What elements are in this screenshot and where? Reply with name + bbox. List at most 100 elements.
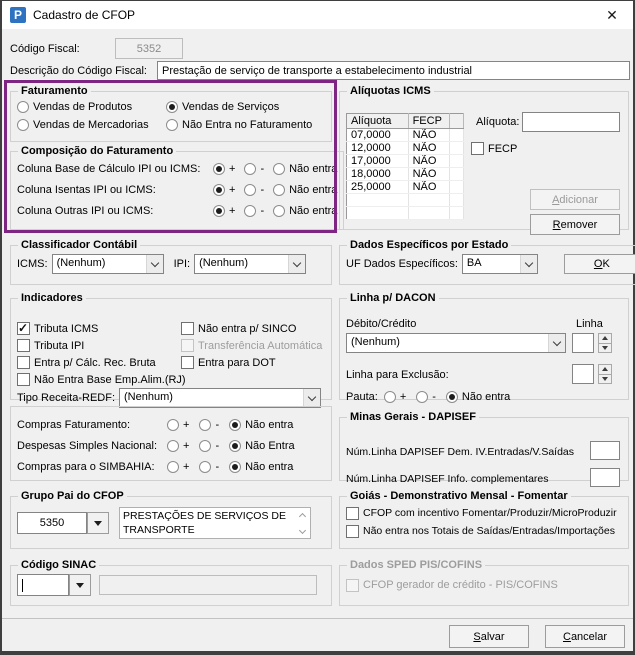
group-dados-estado: Dados Específicos por Estado UF Dados Es… [339, 239, 635, 285]
checkbox-transferencia-automatica [181, 339, 194, 352]
tipo-receita-select[interactable]: (Nenhum) [119, 388, 321, 408]
radio-isentas-nao-entra[interactable] [273, 183, 286, 196]
checkbox-nao-entra-totais[interactable] [346, 524, 359, 538]
group-indicadores-title: Indicadores [21, 292, 83, 304]
linha-spinner[interactable] [598, 333, 612, 353]
radio-despesas-nao-entra[interactable] [229, 439, 242, 452]
radio-isentas-plus[interactable] [213, 183, 225, 196]
radio-pauta-minus[interactable] [416, 391, 429, 403]
radio-isentas-minus[interactable] [244, 183, 257, 196]
remover-button[interactable]: Remover [530, 214, 620, 235]
radio-compras-fat-nao-entra[interactable] [229, 418, 242, 431]
checkbox-entra-para-dot[interactable] [181, 356, 194, 369]
group-grupo-pai: Grupo Pai do CFOP 5350 PRESTAÇÕES DE SER… [10, 490, 332, 549]
option-nao-label: Não entra [245, 418, 294, 431]
linha-exclusao-spinner[interactable] [598, 364, 612, 384]
spinner-down-icon[interactable] [598, 343, 612, 353]
codigo-fiscal-value: 5352 [136, 42, 162, 55]
linha-input[interactable] [572, 333, 594, 353]
ipi-value: (Nenhum) [199, 257, 248, 269]
radio-base-minus[interactable] [244, 162, 257, 175]
grupo-pai-dropdown-button[interactable] [87, 512, 109, 534]
salvar-button[interactable]: Salvar [449, 625, 529, 648]
aliquotas-grid: Alíquota FECP 07,0000 NÃO 12,0000 NÃO 17,0… [346, 113, 465, 220]
radio-despesas-plus[interactable] [167, 439, 179, 452]
grupo-pai-codigo-field[interactable]: 5350 [17, 512, 87, 534]
radio-vendas-servicos[interactable] [166, 101, 178, 113]
option-minus-label: - [260, 204, 265, 217]
scroll-down-icon[interactable] [298, 526, 307, 535]
codigo-sinac-field[interactable] [17, 574, 69, 596]
checkbox-entra-para-dot-label: Entra para DOT [198, 356, 276, 369]
cancelar-button[interactable]: Cancelar [545, 625, 625, 648]
pauta-label: Pauta: [346, 391, 378, 403]
checkbox-nao-entra-sinco[interactable] [181, 322, 194, 335]
compras-simbahia-label: Compras para o SIMBAHIA: [17, 460, 155, 473]
checkbox-cfop-incentivo[interactable] [346, 506, 359, 520]
ipi-select[interactable]: (Nenhum) [194, 254, 307, 274]
radio-pauta-nao-entra[interactable] [445, 391, 458, 403]
radio-despesas-minus[interactable] [199, 439, 212, 452]
checkbox-fecp[interactable] [471, 142, 484, 155]
checkbox-tributa-icms-label: Tributa ICMS [34, 322, 99, 335]
grid-row-empty [346, 193, 465, 207]
radio-base-nao-entra[interactable] [273, 162, 286, 175]
debito-credito-value: (Nenhum) [351, 336, 400, 348]
radio-simbahia-nao-entra[interactable] [229, 460, 242, 473]
radio-nao-entra-faturamento-label: Não Entra no Faturamento [182, 119, 313, 131]
tipo-receita-label: Tipo Receita-REDF: [17, 392, 116, 404]
checkbox-cfop-gerador-credito [346, 578, 359, 592]
checkbox-tributa-ipi[interactable] [17, 339, 30, 352]
dapisef-entradas-input[interactable] [590, 441, 620, 460]
radio-pauta-plus[interactable] [383, 391, 396, 403]
radio-compras-fat-minus[interactable] [199, 418, 212, 431]
title-bar[interactable]: P Cadastro de CFOP ✕ [2, 1, 633, 29]
grid-row[interactable]: 17,0000 NÃO [346, 154, 465, 168]
option-plus-label: + [229, 183, 236, 196]
composicao-row-label: Coluna Isentas IPI ou ICMS: [17, 183, 156, 196]
scroll-up-icon[interactable] [298, 511, 307, 521]
radio-outras-plus[interactable] [213, 204, 225, 217]
option-nao-label: Não entra [289, 204, 338, 217]
grid-row-empty [346, 206, 465, 220]
spinner-up-icon[interactable] [598, 364, 612, 375]
checkbox-nao-entra-base-emp-alim[interactable] [17, 373, 30, 386]
codigo-fiscal-field: 5352 [115, 38, 183, 59]
ok-button[interactable]: OK [563, 254, 635, 274]
radio-outras-nao-entra[interactable] [273, 204, 286, 217]
radio-outras-minus[interactable] [244, 204, 257, 217]
grid-row[interactable]: 18,0000 NÃO [346, 167, 465, 181]
checkbox-entra-calc-rec-bruta[interactable] [17, 356, 30, 369]
option-nao-label: Não entra [245, 460, 294, 473]
radio-nao-entra-faturamento[interactable] [166, 119, 178, 131]
radio-vendas-mercadorias[interactable] [17, 119, 29, 131]
dapisef-entradas-label: Núm.Linha DAPISEF Dem. IV.Entradas/V.Saí… [346, 446, 575, 458]
radio-simbahia-minus[interactable] [199, 460, 212, 473]
checkbox-fecp-label: FECP [488, 142, 518, 155]
grid-row[interactable]: 25,0000 NÃO [346, 180, 465, 194]
grid-row[interactable]: 12,0000 NÃO [346, 141, 465, 155]
option-plus-label: + [183, 460, 190, 473]
spinner-up-icon[interactable] [598, 333, 612, 344]
codigo-sinac-dropdown-button[interactable] [69, 574, 91, 596]
radio-vendas-produtos[interactable] [17, 101, 29, 113]
radio-simbahia-plus[interactable] [167, 460, 179, 473]
aliquota-input[interactable] [522, 112, 620, 132]
descricao-field[interactable]: Prestação de serviço de transporte a est… [157, 61, 630, 80]
spinner-down-icon[interactable] [598, 374, 612, 384]
checkbox-tributa-icms[interactable] [17, 321, 30, 335]
window-title: Cadastro de CFOP [33, 8, 136, 22]
icms-select[interactable]: (Nenhum) [51, 254, 164, 274]
group-goias-title: Goiás - Demonstrativo Mensal - Fomentar [350, 490, 568, 502]
debito-credito-select[interactable]: (Nenhum) [346, 333, 566, 353]
close-icon[interactable]: ✕ [591, 1, 633, 29]
group-minas-title: Minas Gerais - DAPISEF [350, 411, 476, 423]
dapisef-info-input[interactable] [590, 468, 620, 487]
radio-base-plus[interactable] [213, 162, 225, 175]
grupo-pai-descricao-box: PRESTAÇÕES DE SERVIÇOS DE TRANSPORTE [119, 507, 311, 539]
uf-dados-select[interactable]: BA [461, 254, 538, 274]
grid-row[interactable]: 07,0000 NÃO [346, 128, 465, 142]
group-dados-sped: Dados SPED PIS/COFINS CFOP gerador de cr… [339, 559, 629, 606]
radio-compras-fat-plus[interactable] [167, 418, 179, 431]
linha-exclusao-input[interactable] [572, 364, 594, 384]
